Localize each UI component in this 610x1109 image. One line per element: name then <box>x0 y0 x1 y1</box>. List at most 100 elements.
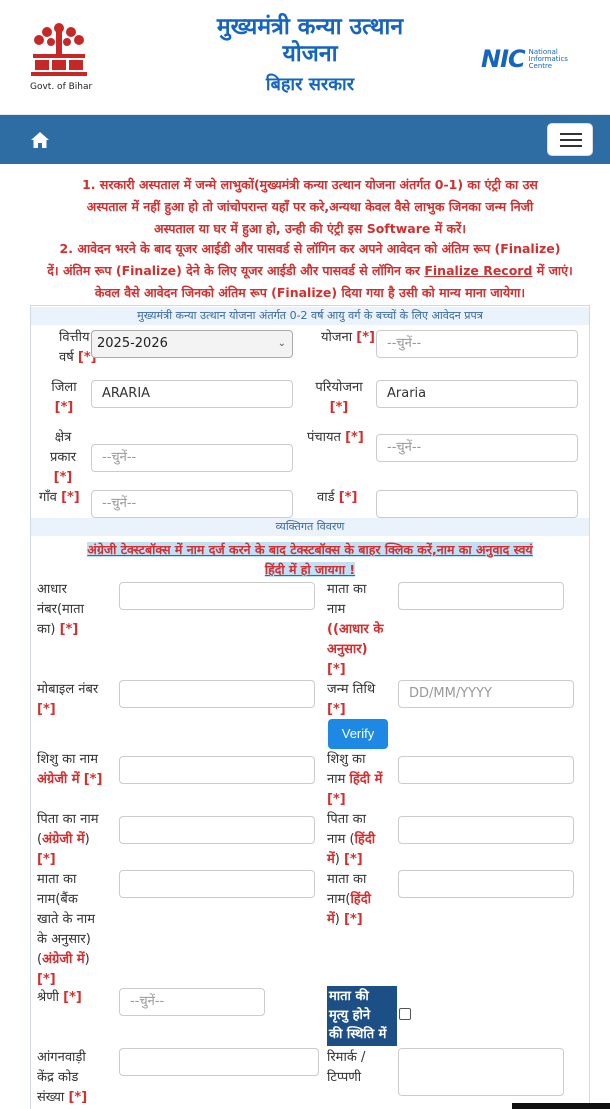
category-select[interactable]: --चुनें-- <box>119 988 265 1016</box>
hamburger-icon <box>560 145 582 147</box>
overlay-bar <box>512 1103 610 1109</box>
remark-textarea[interactable] <box>398 1048 564 1096</box>
category-label-text: श्रेणी <box>37 990 59 1005</box>
nic-logo: NIC National Informatics Centre <box>481 45 581 73</box>
finalize-record-link[interactable]: Finalize Record <box>424 263 532 278</box>
category-label: श्रेणी [*] <box>37 988 82 1008</box>
mother-name-label-3: ((आधार के <box>327 622 384 637</box>
child-name-en-input[interactable] <box>119 756 315 784</box>
mobile-input[interactable] <box>119 680 315 708</box>
required-marker: [*] <box>329 400 349 415</box>
mobile-label-text: मोबाइल नंबर <box>37 682 99 697</box>
chevron-down-icon: ⌄ <box>277 338 286 349</box>
required-marker: [*] <box>68 1090 88 1105</box>
aadhar-input[interactable] <box>119 582 315 610</box>
mother-name-hi-label: माता का नाम(हिंदी में) [*] <box>327 870 371 930</box>
required-marker: [*] <box>63 990 82 1005</box>
child-hi-label-2b: हिंदी में <box>349 772 383 787</box>
site-header: Govt. of Bihar मुख्यमंत्री कन्या उत्थान … <box>0 0 610 115</box>
project-label-text: परियोजना <box>315 380 363 395</box>
mother-bank-label-4: के अनुसार) <box>37 932 91 947</box>
mobile-label: मोबाइल नंबर [*] <box>37 680 98 720</box>
notice-2-line-2a: दें। अंतिम रूप (Finalize) देने के लिए यू… <box>47 263 425 278</box>
aadhar-label-1: आधार <box>37 582 67 597</box>
mother-bank-label-5: अंग्रेजी में <box>42 952 85 967</box>
mother-death-label-3: की स्थिति में <box>329 1027 387 1042</box>
ward-label-text: वार्ड <box>317 490 335 505</box>
mother-bank-label-3: खाते के नाम <box>37 912 96 927</box>
mother-name-aadhar-label: माता का नाम ((आधार के अनुसार) [*] <box>327 580 383 680</box>
project-field[interactable]: Araria <box>376 380 578 408</box>
translate-warning-line-1: अंग्रेजी टेक्स्टबॉक्स में नाम दर्ज करने … <box>31 540 589 560</box>
area-label-text-1: क्षेत्र <box>54 430 72 445</box>
aadhar-label: आधार नंबर(माता का) [*] <box>37 580 84 640</box>
mother-bank-name-input[interactable] <box>119 870 315 898</box>
panchayat-label: पंचायत [*] <box>307 428 364 448</box>
required-marker: [*] <box>344 912 363 927</box>
district-field[interactable]: ARARIA <box>91 380 293 408</box>
required-marker: [*] <box>338 490 358 505</box>
father-hi-label-1: पिता का <box>327 812 367 827</box>
panchayat-select[interactable]: --चुनें-- <box>376 434 578 462</box>
father-hi-paren-close: ) <box>334 852 340 867</box>
village-select[interactable]: --चुनें-- <box>91 490 293 518</box>
fy-label-text-1: वित्तीय <box>59 330 90 345</box>
project-label: परियोजना [*] <box>311 378 367 418</box>
father-name-hi-input[interactable] <box>398 816 574 844</box>
yojana-select[interactable]: --चुनें-- <box>376 330 578 358</box>
child-hi-label-2a: नाम <box>327 772 350 787</box>
required-marker: [*] <box>54 400 74 415</box>
area-type-select[interactable]: --चुनें-- <box>91 444 293 472</box>
notice-1-line-1: 1. सरकारी अस्पताल में जन्मे लाभुकों(मुख्… <box>82 177 538 192</box>
mother-name-label-4: अनुसार) <box>327 642 368 657</box>
menu-toggle-button[interactable] <box>547 123 593 156</box>
mother-death-checkbox[interactable] <box>399 1008 411 1020</box>
panchayat-label-text: पंचायत <box>307 430 341 445</box>
required-marker: [*] <box>345 430 364 445</box>
father-name-en-input[interactable] <box>119 816 315 844</box>
child-hi-label-1: शिशु का <box>327 752 366 767</box>
section-application-title: मुख्यमंत्री कन्या उत्थान योजना अंतर्गत 0… <box>31 307 589 325</box>
hamburger-icon <box>560 133 582 135</box>
nic-mark: NIC <box>481 45 526 73</box>
verify-button[interactable]: Verify <box>328 719 388 749</box>
mother-bank-name-label: माता का नाम(बैंक खाते के नाम के अनुसार) … <box>37 870 95 990</box>
scheme-title: मुख्यमंत्री कन्या उत्थान योजना बिहार सरक… <box>180 14 440 98</box>
dob-label: जन्म तिथि [*] <box>327 680 375 720</box>
father-en-paren-close: ) <box>84 832 90 847</box>
mother-name-label-1: माता का <box>327 582 367 597</box>
anganwadi-label-1: आंगनवाड़ी <box>37 1050 86 1065</box>
application-form: मुख्यमंत्री कन्या उत्थान योजना अंतर्गत 0… <box>30 305 590 1109</box>
dob-input[interactable]: DD/MM/YYYY <box>398 680 574 708</box>
notice-1-line-2: अस्पताल में नहीं हुआ हो तो जांचोपरान्त य… <box>86 199 534 214</box>
notice-2: 2. आवेदन भरने के बाद यूजर आईडी और पासवर्… <box>30 238 590 304</box>
fy-select-value: 2025-2026 <box>97 336 168 351</box>
home-icon[interactable] <box>30 131 50 149</box>
ward-label: वार्ड [*] <box>317 488 357 508</box>
mother-death-label-1: माता की <box>329 989 369 1004</box>
area-type-label: क्षेत्र प्रकार [*] <box>45 428 81 488</box>
required-marker: [*] <box>356 330 375 345</box>
title-line-3: बिहार सरकार <box>265 74 355 95</box>
aadhar-label-2: नंबर(माता <box>37 602 84 617</box>
mother-name-hi-input[interactable] <box>398 870 574 898</box>
father-name-hi-label: पिता का नाम (हिंदी में) [*] <box>327 810 375 870</box>
ward-field[interactable] <box>376 490 578 518</box>
mother-hi-label-3a: में <box>327 912 335 927</box>
title-line-2: योजना <box>282 41 338 67</box>
mother-hi-paren-close: ) <box>334 912 340 927</box>
anganwadi-input[interactable] <box>119 1048 319 1076</box>
notice-2-line-2: दें। अंतिम रूप (Finalize) देने के लिए यू… <box>30 260 590 282</box>
child-name-hi-label: शिशु का नाम हिंदी में [*] <box>327 750 382 810</box>
mother-hi-label-2b: हिंदी <box>350 892 371 907</box>
section-personal-title: व्यक्तिगत विवरण <box>31 518 589 536</box>
child-name-hi-input[interactable] <box>398 756 574 784</box>
required-marker: [*] <box>37 972 56 987</box>
warn-text-2: हिंदी में हो जायगा ! <box>264 562 356 577</box>
father-en-label-2: अंग्रेजी में <box>42 832 85 847</box>
mother-bank-label-2: नाम(बैंक <box>37 892 78 907</box>
bihar-emblem-icon <box>31 23 87 76</box>
mother-name-aadhar-input[interactable] <box>398 582 564 610</box>
fy-select[interactable]: 2025-2026 ⌄ <box>91 330 293 358</box>
anganwadi-label-3: संख्या <box>37 1090 65 1105</box>
